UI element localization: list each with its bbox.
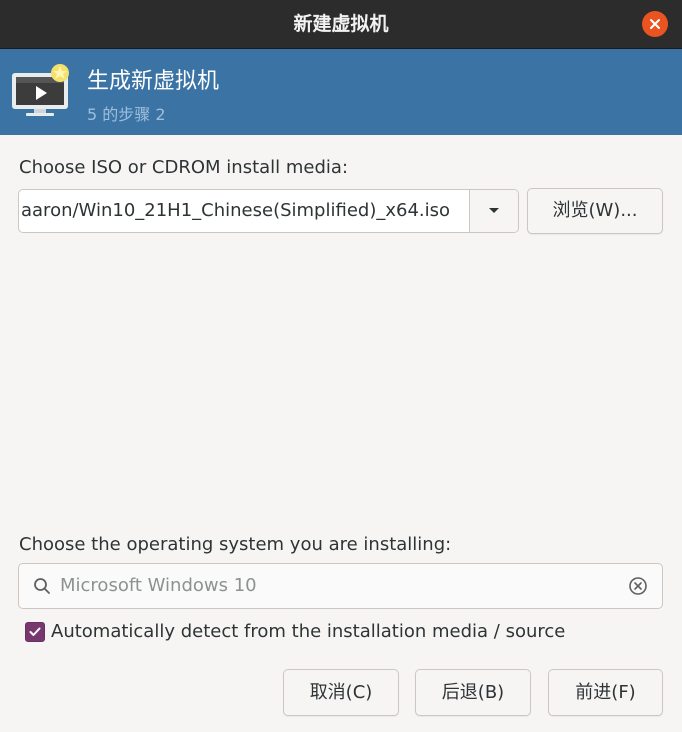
iso-dropdown-button[interactable]: [469, 190, 518, 232]
browse-button[interactable]: 浏览(W)...: [527, 188, 663, 234]
clear-icon[interactable]: [628, 576, 648, 596]
wizard-step-indicator: 5 的步骤 2: [87, 105, 166, 124]
cancel-button[interactable]: 取消(C): [283, 669, 399, 716]
install-media-label: Choose ISO or CDROM install media:: [19, 157, 349, 178]
wizard-header: 生成新虚拟机 5 的步骤 2: [0, 49, 682, 135]
checkmark-icon: [29, 627, 41, 636]
iso-path-combobox[interactable]: aaron/Win10_21H1_Chinese(Simplified)_x64…: [18, 189, 519, 233]
window-title: 新建虚拟机: [293, 13, 389, 35]
close-icon: [650, 19, 660, 29]
virtual-machine-monitor-icon: [12, 64, 69, 116]
window-titlebar[interactable]: 新建虚拟机: [0, 0, 682, 49]
back-button[interactable]: 后退(B): [415, 669, 531, 716]
close-button[interactable]: [642, 11, 668, 37]
auto-detect-label[interactable]: Automatically detect from the installati…: [51, 621, 565, 642]
wizard-title: 生成新虚拟机: [87, 69, 220, 94]
chevron-down-icon: [489, 208, 499, 213]
os-selection-label: Choose the operating system you are inst…: [19, 534, 452, 555]
auto-detect-checkbox[interactable]: [25, 622, 45, 642]
os-search-field[interactable]: Microsoft Windows 10: [18, 563, 663, 609]
os-search-value[interactable]: Microsoft Windows 10: [60, 564, 257, 608]
search-icon: [34, 578, 50, 594]
iso-path-value[interactable]: aaron/Win10_21H1_Chinese(Simplified)_x64…: [19, 190, 471, 232]
forward-button[interactable]: 前进(F): [548, 669, 663, 716]
